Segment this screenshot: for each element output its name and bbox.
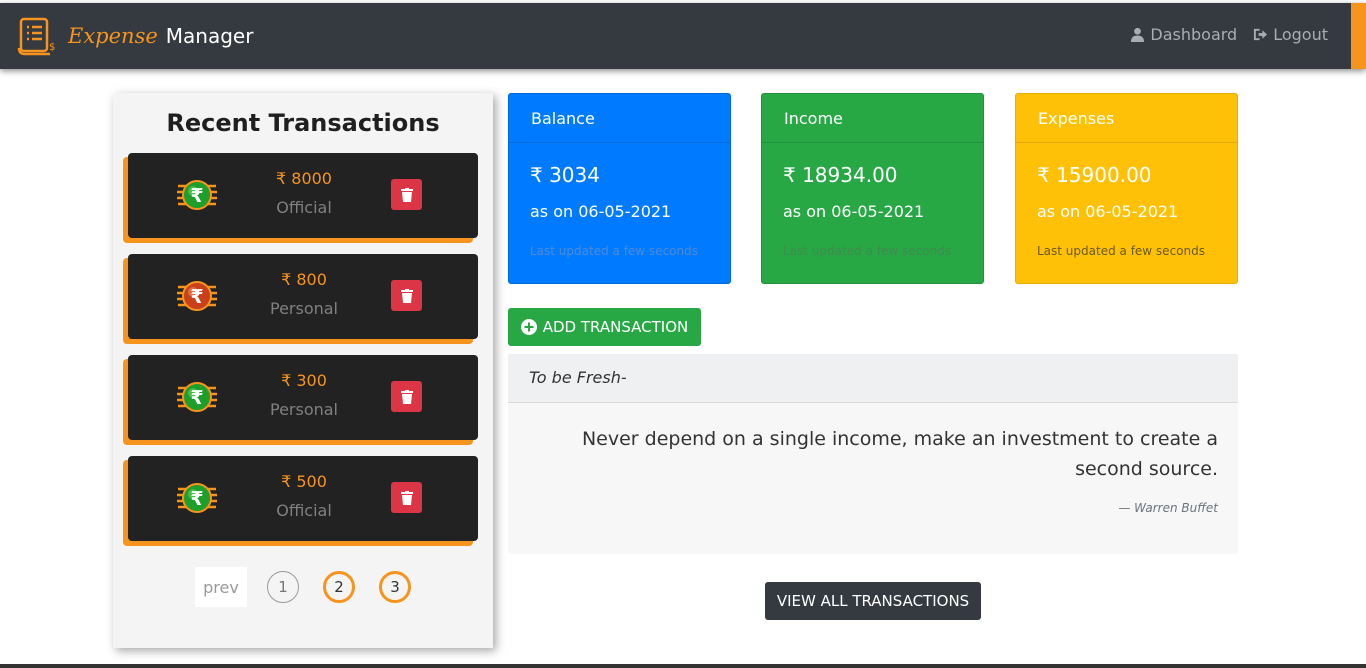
quote-author: — Warren Buffet (1118, 501, 1218, 515)
transaction-category: Personal (269, 400, 338, 419)
income-value: ₹ 18934.00 (783, 163, 898, 187)
balance-card: Balance ₹ 3034 as on 06-05-2021 Last upd… (508, 93, 731, 284)
trash-icon (400, 288, 413, 303)
transaction-amount: ₹ 8000 (276, 169, 332, 188)
delete-transaction-button[interactable] (391, 280, 422, 311)
transaction-item: ₹ ₹ 800 Personal (123, 254, 478, 344)
nav-dashboard-label: Dashboard (1150, 25, 1238, 44)
transaction-card: ₹ ₹ 8000 Official (128, 153, 478, 238)
recent-transactions-panel: Recent Transactions ₹ ₹ 8000 Official ₹ … (113, 93, 493, 648)
nav-logout-label: Logout (1273, 25, 1328, 44)
scroll-logo-icon: $ (17, 17, 55, 56)
rupee-coin-green-icon: ₹ (177, 483, 217, 513)
svg-text:$: $ (49, 42, 55, 53)
top-navbar: $ Expense Manager Dashboard Logout (0, 3, 1366, 69)
rupee-coin-red-icon: ₹ (177, 281, 217, 311)
svg-text:₹: ₹ (190, 387, 203, 409)
transaction-category: Official (276, 198, 332, 217)
navbar-accent-stripe (1351, 3, 1366, 69)
pagination-page-2[interactable]: 2 (323, 571, 355, 603)
pagination: prev 1 2 3 (195, 567, 411, 607)
svg-text:₹: ₹ (190, 286, 203, 308)
add-transaction-button[interactable]: ADD TRANSACTION (508, 308, 701, 346)
transaction-card: ₹ ₹ 500 Official (128, 456, 478, 541)
transaction-card: ₹ ₹ 800 Personal (128, 254, 478, 339)
balance-date: as on 06-05-2021 (530, 202, 672, 221)
plus-circle-icon (520, 319, 537, 335)
transaction-amount: ₹ 800 (281, 270, 327, 289)
bottom-divider (0, 664, 1366, 668)
income-card: Income ₹ 18934.00 as on 06-05-2021 Last … (761, 93, 984, 284)
expenses-last-updated: Last updated a few seconds (1037, 244, 1205, 258)
delete-transaction-button[interactable] (391, 179, 422, 210)
transaction-category: Official (276, 501, 332, 520)
quote-header: To be Fresh- (508, 354, 1238, 403)
svg-text:₹: ₹ (190, 488, 203, 510)
trash-icon (400, 389, 413, 404)
brand[interactable]: $ Expense Manager (16, 16, 253, 56)
transaction-card: ₹ ₹ 300 Personal (128, 355, 478, 440)
expenses-card: Expenses ₹ 15900.00 as on 06-05-2021 Las… (1015, 93, 1238, 284)
user-icon (1131, 27, 1145, 42)
transaction-amount: ₹ 300 (281, 371, 327, 390)
trash-icon (400, 490, 413, 505)
expenses-value: ₹ 15900.00 (1037, 163, 1152, 187)
expenses-date: as on 06-05-2021 (1037, 202, 1179, 221)
view-all-transactions-button[interactable]: VIEW ALL TRANSACTIONS (765, 582, 981, 620)
rupee-coin-green-icon: ₹ (177, 180, 217, 210)
recent-transactions-title: Recent Transactions (166, 109, 440, 137)
balance-card-title: Balance (509, 94, 730, 143)
svg-text:₹: ₹ (190, 185, 203, 207)
brand-manager-text: Manager (165, 24, 254, 48)
add-transaction-label: ADD TRANSACTION (542, 318, 689, 336)
delete-transaction-button[interactable] (391, 482, 422, 513)
transaction-category: Personal (269, 299, 338, 318)
sign-out-icon (1254, 28, 1268, 41)
rupee-coin-green-icon: ₹ (177, 382, 217, 412)
transaction-amount: ₹ 500 (281, 472, 327, 491)
income-last-updated: Last updated a few seconds (783, 244, 951, 258)
nav-logout-link[interactable]: Logout (1253, 25, 1328, 44)
balance-last-updated: Last updated a few seconds (530, 244, 698, 258)
delete-transaction-button[interactable] (391, 381, 422, 412)
quote-text: Never depend on a single income, make an… (581, 428, 1218, 480)
pagination-page-1[interactable]: 1 (267, 571, 299, 603)
balance-value: ₹ 3034 (530, 163, 600, 187)
quote-card: To be Fresh- Never depend on a single in… (508, 354, 1238, 554)
transaction-item: ₹ ₹ 8000 Official (123, 153, 478, 243)
transaction-item: ₹ ₹ 300 Personal (123, 355, 478, 445)
expenses-card-title: Expenses (1016, 94, 1237, 143)
income-card-title: Income (762, 94, 983, 143)
transaction-item: ₹ ₹ 500 Official (123, 456, 478, 546)
income-date: as on 06-05-2021 (783, 202, 925, 221)
nav-dashboard-link[interactable]: Dashboard (1130, 25, 1237, 44)
brand-expense-text: Expense (68, 24, 158, 48)
pagination-prev-button[interactable]: prev (195, 567, 247, 607)
trash-icon (400, 187, 413, 202)
pagination-page-3[interactable]: 3 (379, 571, 411, 603)
